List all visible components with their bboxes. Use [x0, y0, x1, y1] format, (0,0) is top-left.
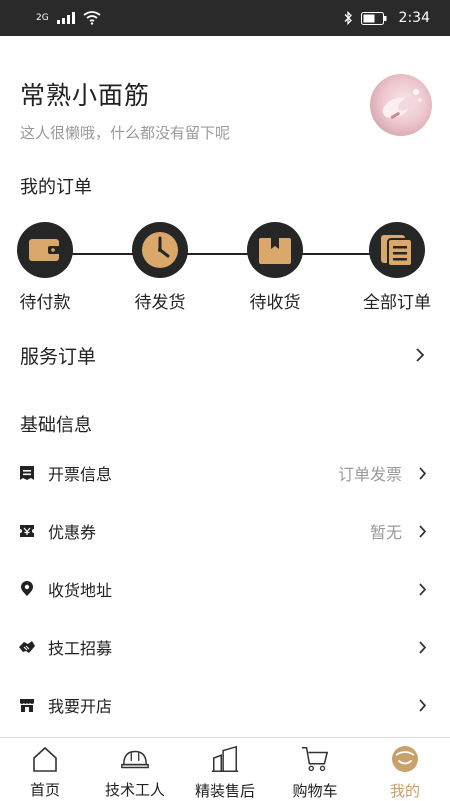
status-bar: 2G 2:34	[0, 0, 450, 36]
row-technician-recruit[interactable]: 技工招募	[0, 618, 450, 676]
tab-technicians[interactable]: 技术工人	[90, 738, 180, 800]
order-label: 待收货	[249, 293, 301, 313]
avatar[interactable]	[370, 74, 432, 136]
order-label: 待付款	[19, 293, 71, 313]
tab-home[interactable]: 首页	[0, 738, 90, 800]
chevron-right-icon	[416, 640, 428, 654]
row-value: 订单发票	[337, 465, 402, 484]
row-invoice-info[interactable]: 开票信息 订单发票	[0, 444, 450, 502]
signal-icon	[56, 12, 75, 24]
location-pin-icon	[18, 580, 36, 598]
profile-face-icon	[390, 744, 420, 774]
row-open-store[interactable]: 我要开店	[0, 676, 450, 734]
buildings-icon	[210, 744, 240, 774]
chevron-right-icon	[416, 466, 428, 480]
row-value: 暂无	[369, 523, 402, 542]
profile-header: 常熟小面筋 这人很懒哦，什么都没有留下呢	[0, 36, 450, 156]
box-icon	[259, 238, 291, 264]
order-label: 待发货	[134, 293, 186, 313]
row-label: 收货地址	[48, 581, 113, 600]
clock-icon	[142, 232, 178, 268]
tab-mine[interactable]: 我的	[360, 738, 450, 800]
user-bio: 这人很懒哦，什么都没有留下呢	[20, 124, 231, 142]
tab-after-sales[interactable]: 精装售后	[180, 738, 270, 800]
bottom-tab-bar: 首页 技术工人 精装售后 购物车 我的	[0, 737, 450, 800]
order-all[interactable]: 全部订单	[352, 222, 442, 313]
battery-icon	[360, 11, 387, 25]
store-icon	[18, 696, 36, 714]
order-label: 全部订单	[363, 293, 431, 313]
wallet-icon	[29, 239, 61, 261]
tab-label: 技术工人	[104, 781, 165, 799]
status-right: 2:34	[343, 10, 430, 26]
chevron-right-icon	[416, 524, 428, 538]
service-orders-row[interactable]: 服务订单	[0, 330, 450, 380]
avatar-image	[382, 89, 422, 119]
tab-label: 我的	[389, 782, 420, 800]
chevron-right-icon	[414, 348, 426, 362]
order-circle	[369, 222, 425, 278]
order-circle	[17, 222, 73, 278]
username: 常熟小面筋	[20, 81, 151, 110]
handshake-icon	[18, 638, 36, 656]
order-pending-shipment[interactable]: 待发货	[115, 222, 205, 313]
order-status-row: 待付款 待发货 待收货 全部订单	[0, 222, 450, 322]
basic-info-title: 基础信息	[20, 415, 92, 436]
tab-label: 购物车	[292, 782, 338, 800]
invoice-icon	[18, 464, 36, 482]
order-pending-receipt[interactable]: 待收货	[230, 222, 320, 313]
helmet-icon	[120, 744, 150, 773]
chevron-right-icon	[416, 698, 428, 712]
order-circle	[247, 222, 303, 278]
row-label: 我要开店	[48, 697, 113, 716]
order-pending-payment[interactable]: 待付款	[0, 222, 90, 313]
coupon-icon	[18, 522, 36, 540]
tab-label: 首页	[29, 781, 60, 799]
order-circle	[132, 222, 188, 278]
wifi-icon	[83, 11, 101, 25]
row-label: 技工招募	[48, 639, 113, 658]
order-connector-line	[48, 253, 398, 255]
status-left: 2G	[36, 11, 101, 25]
row-shipping-address[interactable]: 收货地址	[0, 560, 450, 618]
clock-time: 2:34	[398, 10, 430, 26]
order-list-icon	[381, 235, 413, 267]
tab-label: 精装售后	[194, 782, 255, 800]
tab-cart[interactable]: 购物车	[270, 738, 360, 800]
network-type: 2G	[36, 13, 49, 23]
row-label: 优惠券	[48, 523, 97, 542]
bluetooth-icon	[344, 11, 352, 25]
service-orders-label: 服务订单	[20, 345, 97, 368]
row-label: 开票信息	[48, 465, 113, 484]
home-icon	[30, 744, 60, 773]
row-coupons[interactable]: 优惠券 暂无	[0, 502, 450, 560]
chevron-right-icon	[416, 582, 428, 596]
orders-title: 我的订单	[20, 177, 92, 198]
cart-icon	[300, 744, 330, 774]
